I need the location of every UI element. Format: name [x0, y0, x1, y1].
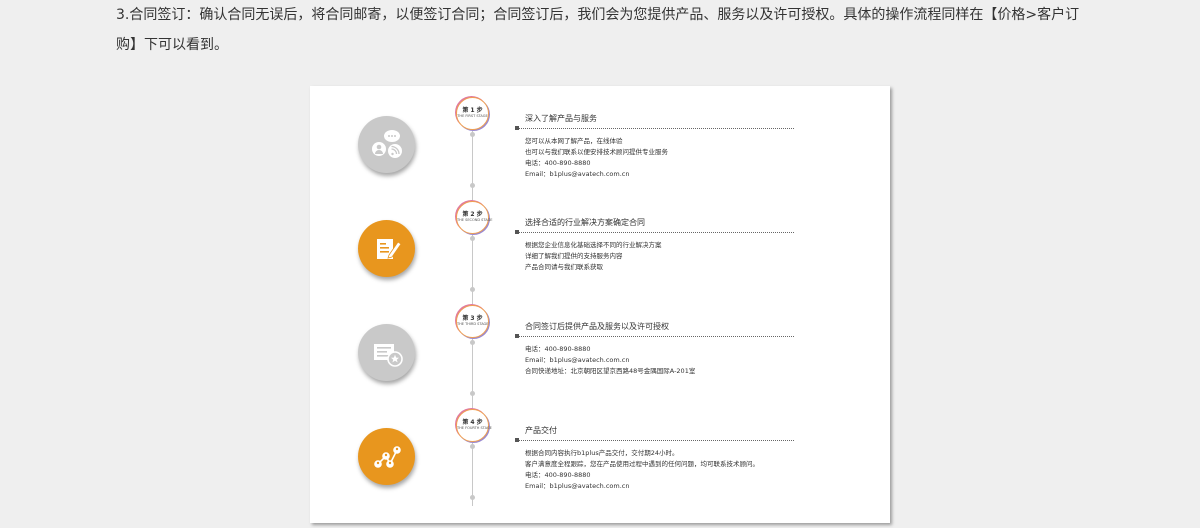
detail-line: 详细了解我们提供的支持服务内容 [525, 252, 623, 260]
stage-4: 第 4 步 THE FOURTH STAGE 产品交付 根据合同内容执行b1pl… [310, 398, 890, 502]
timeline-dot [470, 183, 475, 188]
detail-line: 合同快递地址：北京朝阳区望京西路48号金隅国际A-201室 [525, 367, 696, 375]
stage-badge: 第 1 步 THE FIRST STAGE [456, 97, 489, 130]
timeline-dot [470, 495, 475, 500]
document-edit-icon [358, 220, 415, 277]
step-sub-label: THE THIRD STAGE [457, 322, 489, 326]
intro-paragraph: 3.合同签订：确认合同无误后，将合同邮寄，以便签订合同；合同签订后，我们会为您提… [116, 7, 1080, 53]
detail-line: 电话：400-890-8880 [525, 345, 591, 353]
stage-details: 电话：400-890-8880 Email：b1plus@avatech.com… [525, 344, 695, 377]
timeline-dot [470, 340, 475, 345]
stage-1: 第 1 步 THE FIRST STAGE 深入了解产品与服务 您可以从本网了解… [310, 86, 890, 190]
detail-line: 客户满意度全程跟踪，您在产品使用过程中遇到的任何问题，均可联系技术顾问。 [525, 460, 759, 468]
timeline-dot [470, 287, 475, 292]
detail-line: Email：b1plus@avatech.com.cn [525, 356, 630, 364]
stage-title: 合同签订后提供产品及服务以及许可授权 [525, 322, 669, 331]
stage-title: 选择合适的行业解决方案确定合同 [525, 218, 645, 227]
detail-line: 电话：400-890-8880 [525, 159, 591, 167]
dotted-divider [515, 126, 794, 130]
stage-2: 第 2 步 THE SECOND STAGE 选择合适的行业解决方案确定合同 根… [310, 190, 890, 294]
step-sub-label: THE FOURTH STAGE [457, 426, 492, 430]
stage-details: 根据您企业信息化基础选择不同的行业解决方案 详细了解我们提供的支持服务内容 产品… [525, 240, 662, 273]
detail-line: 根据合同内容执行b1plus产品交付，交付期24小时。 [525, 449, 679, 457]
certificate-icon [358, 324, 415, 381]
detail-line: 您可以从本网了解产品，在线体验 [525, 137, 623, 145]
detail-line: Email：b1plus@avatech.com.cn [525, 170, 630, 178]
network-users-icon [358, 428, 415, 485]
detail-line: 根据您企业信息化基础选择不同的行业解决方案 [525, 241, 662, 249]
stage-badge: 第 3 步 THE THIRD STAGE [456, 305, 489, 338]
stage-3: 第 3 步 THE THIRD STAGE 合同签订后提供产品及服务以及许可授权… [310, 294, 890, 398]
stage-badge: 第 4 步 THE FOURTH STAGE [456, 409, 492, 442]
detail-line: 电话：400-890-8880 [525, 471, 591, 479]
stage-badge: 第 2 步 THE SECOND STAGE [456, 201, 493, 234]
stage-title: 产品交付 [525, 426, 557, 435]
dotted-divider [515, 230, 794, 234]
stage-details: 您可以从本网了解产品，在线体验 也可以与我们联系以便安排技术顾问提供专业服务 电… [525, 136, 668, 180]
detail-line: 产品合同请与我们联系获取 [525, 263, 603, 271]
timeline-dot [470, 391, 475, 396]
stage-title: 深入了解产品与服务 [525, 114, 597, 123]
dotted-divider [515, 438, 794, 442]
step-sub-label: THE FIRST STAGE [457, 114, 488, 118]
detail-line: Email：b1plus@avatech.com.cn [525, 482, 630, 490]
process-flow-image: 第 1 步 THE FIRST STAGE 深入了解产品与服务 您可以从本网了解… [310, 86, 890, 523]
timeline-dot [470, 444, 475, 449]
step-sub-label: THE SECOND STAGE [457, 218, 493, 222]
timeline-dot [470, 132, 475, 137]
chat-user-rss-icon [358, 116, 415, 173]
detail-line: 也可以与我们联系以便安排技术顾问提供专业服务 [525, 148, 668, 156]
dotted-divider [515, 334, 794, 338]
timeline-dot [470, 236, 475, 241]
stage-details: 根据合同内容执行b1plus产品交付，交付期24小时。 客户满意度全程跟踪，您在… [525, 448, 759, 492]
